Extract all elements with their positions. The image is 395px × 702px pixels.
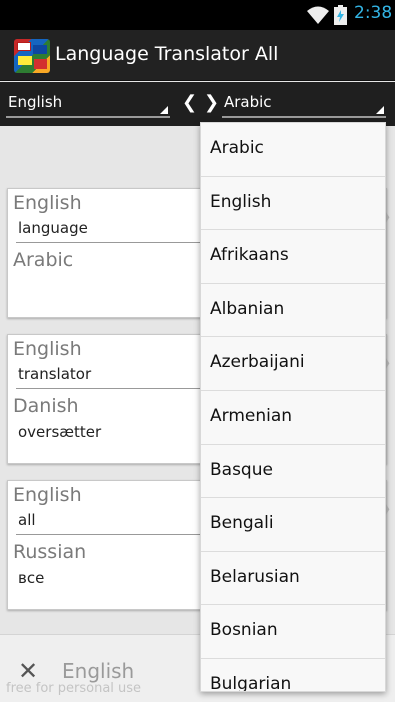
dropdown-item-label: Bengali (210, 513, 274, 534)
source-text: all (18, 511, 36, 529)
dropdown-item[interactable]: Bosnian (201, 605, 385, 659)
language-selector-bar: English ❮ ❯ Arabic (0, 82, 395, 126)
chevron-right-icon[interactable]: ❯ (204, 92, 219, 113)
source-text: language (18, 219, 88, 237)
dropdown-item[interactable]: Bulgarian (201, 659, 385, 692)
dropdown-arrow-icon (376, 106, 384, 114)
dropdown-item[interactable]: Basque (201, 445, 385, 499)
app-icon[interactable] (14, 39, 50, 73)
target-language: Arabic (13, 249, 74, 271)
dropdown-item-label: Afrikaans (210, 245, 289, 266)
dropdown-item-label: Bulgarian (210, 673, 292, 692)
chevron-left-icon[interactable]: ❮ (182, 92, 197, 113)
dropdown-item-label: Basque (210, 459, 273, 480)
dropdown-item-label: Albanian (210, 298, 285, 319)
wifi-icon (307, 6, 329, 24)
dropdown-item[interactable]: Armenian (201, 391, 385, 445)
target-language-label: Arabic (224, 93, 272, 111)
target-language: Danish (13, 395, 79, 417)
dropdown-item[interactable]: Azerbaijani (201, 337, 385, 391)
dropdown-item-label: English (210, 191, 272, 212)
dropdown-item-label: Bosnian (210, 620, 278, 641)
target-language-spinner[interactable]: Arabic (222, 90, 386, 118)
source-language: English (13, 484, 82, 506)
dropdown-arrow-icon (160, 106, 168, 114)
target-language: Russian (13, 541, 87, 563)
dropdown-item-label: Belarusian (210, 566, 300, 587)
clock: 2:38 (354, 3, 393, 23)
dropdown-item[interactable]: Bengali (201, 498, 385, 552)
source-language-spinner[interactable]: English (6, 90, 170, 118)
dropdown-item-label: Armenian (210, 405, 293, 426)
dropdown-item-label: Arabic (210, 138, 264, 158)
dropdown-item[interactable]: English (201, 177, 385, 231)
status-bar: 2:38 (0, 0, 395, 30)
action-bar: Language Translator All (0, 30, 395, 81)
dropdown-item[interactable]: Arabic (201, 123, 385, 177)
watermark: free for personal use (6, 681, 142, 696)
language-dropdown-list: Arabic English Afrikaans Albanian Azerba… (200, 122, 386, 692)
input-field-hint[interactable]: English (62, 659, 134, 683)
source-text: translator (18, 365, 92, 383)
translated-text: все (18, 569, 45, 587)
source-language: English (13, 338, 82, 360)
battery-icon (334, 5, 347, 25)
source-language-label: English (8, 93, 63, 111)
dropdown-item[interactable]: Afrikaans (201, 230, 385, 284)
dropdown-item-label: Azerbaijani (210, 352, 305, 373)
dropdown-item[interactable]: Belarusian (201, 552, 385, 606)
source-language: English (13, 192, 82, 214)
translated-text: oversætter (18, 423, 102, 441)
app-title: Language Translator All (55, 43, 279, 65)
dropdown-item[interactable]: Albanian (201, 284, 385, 338)
